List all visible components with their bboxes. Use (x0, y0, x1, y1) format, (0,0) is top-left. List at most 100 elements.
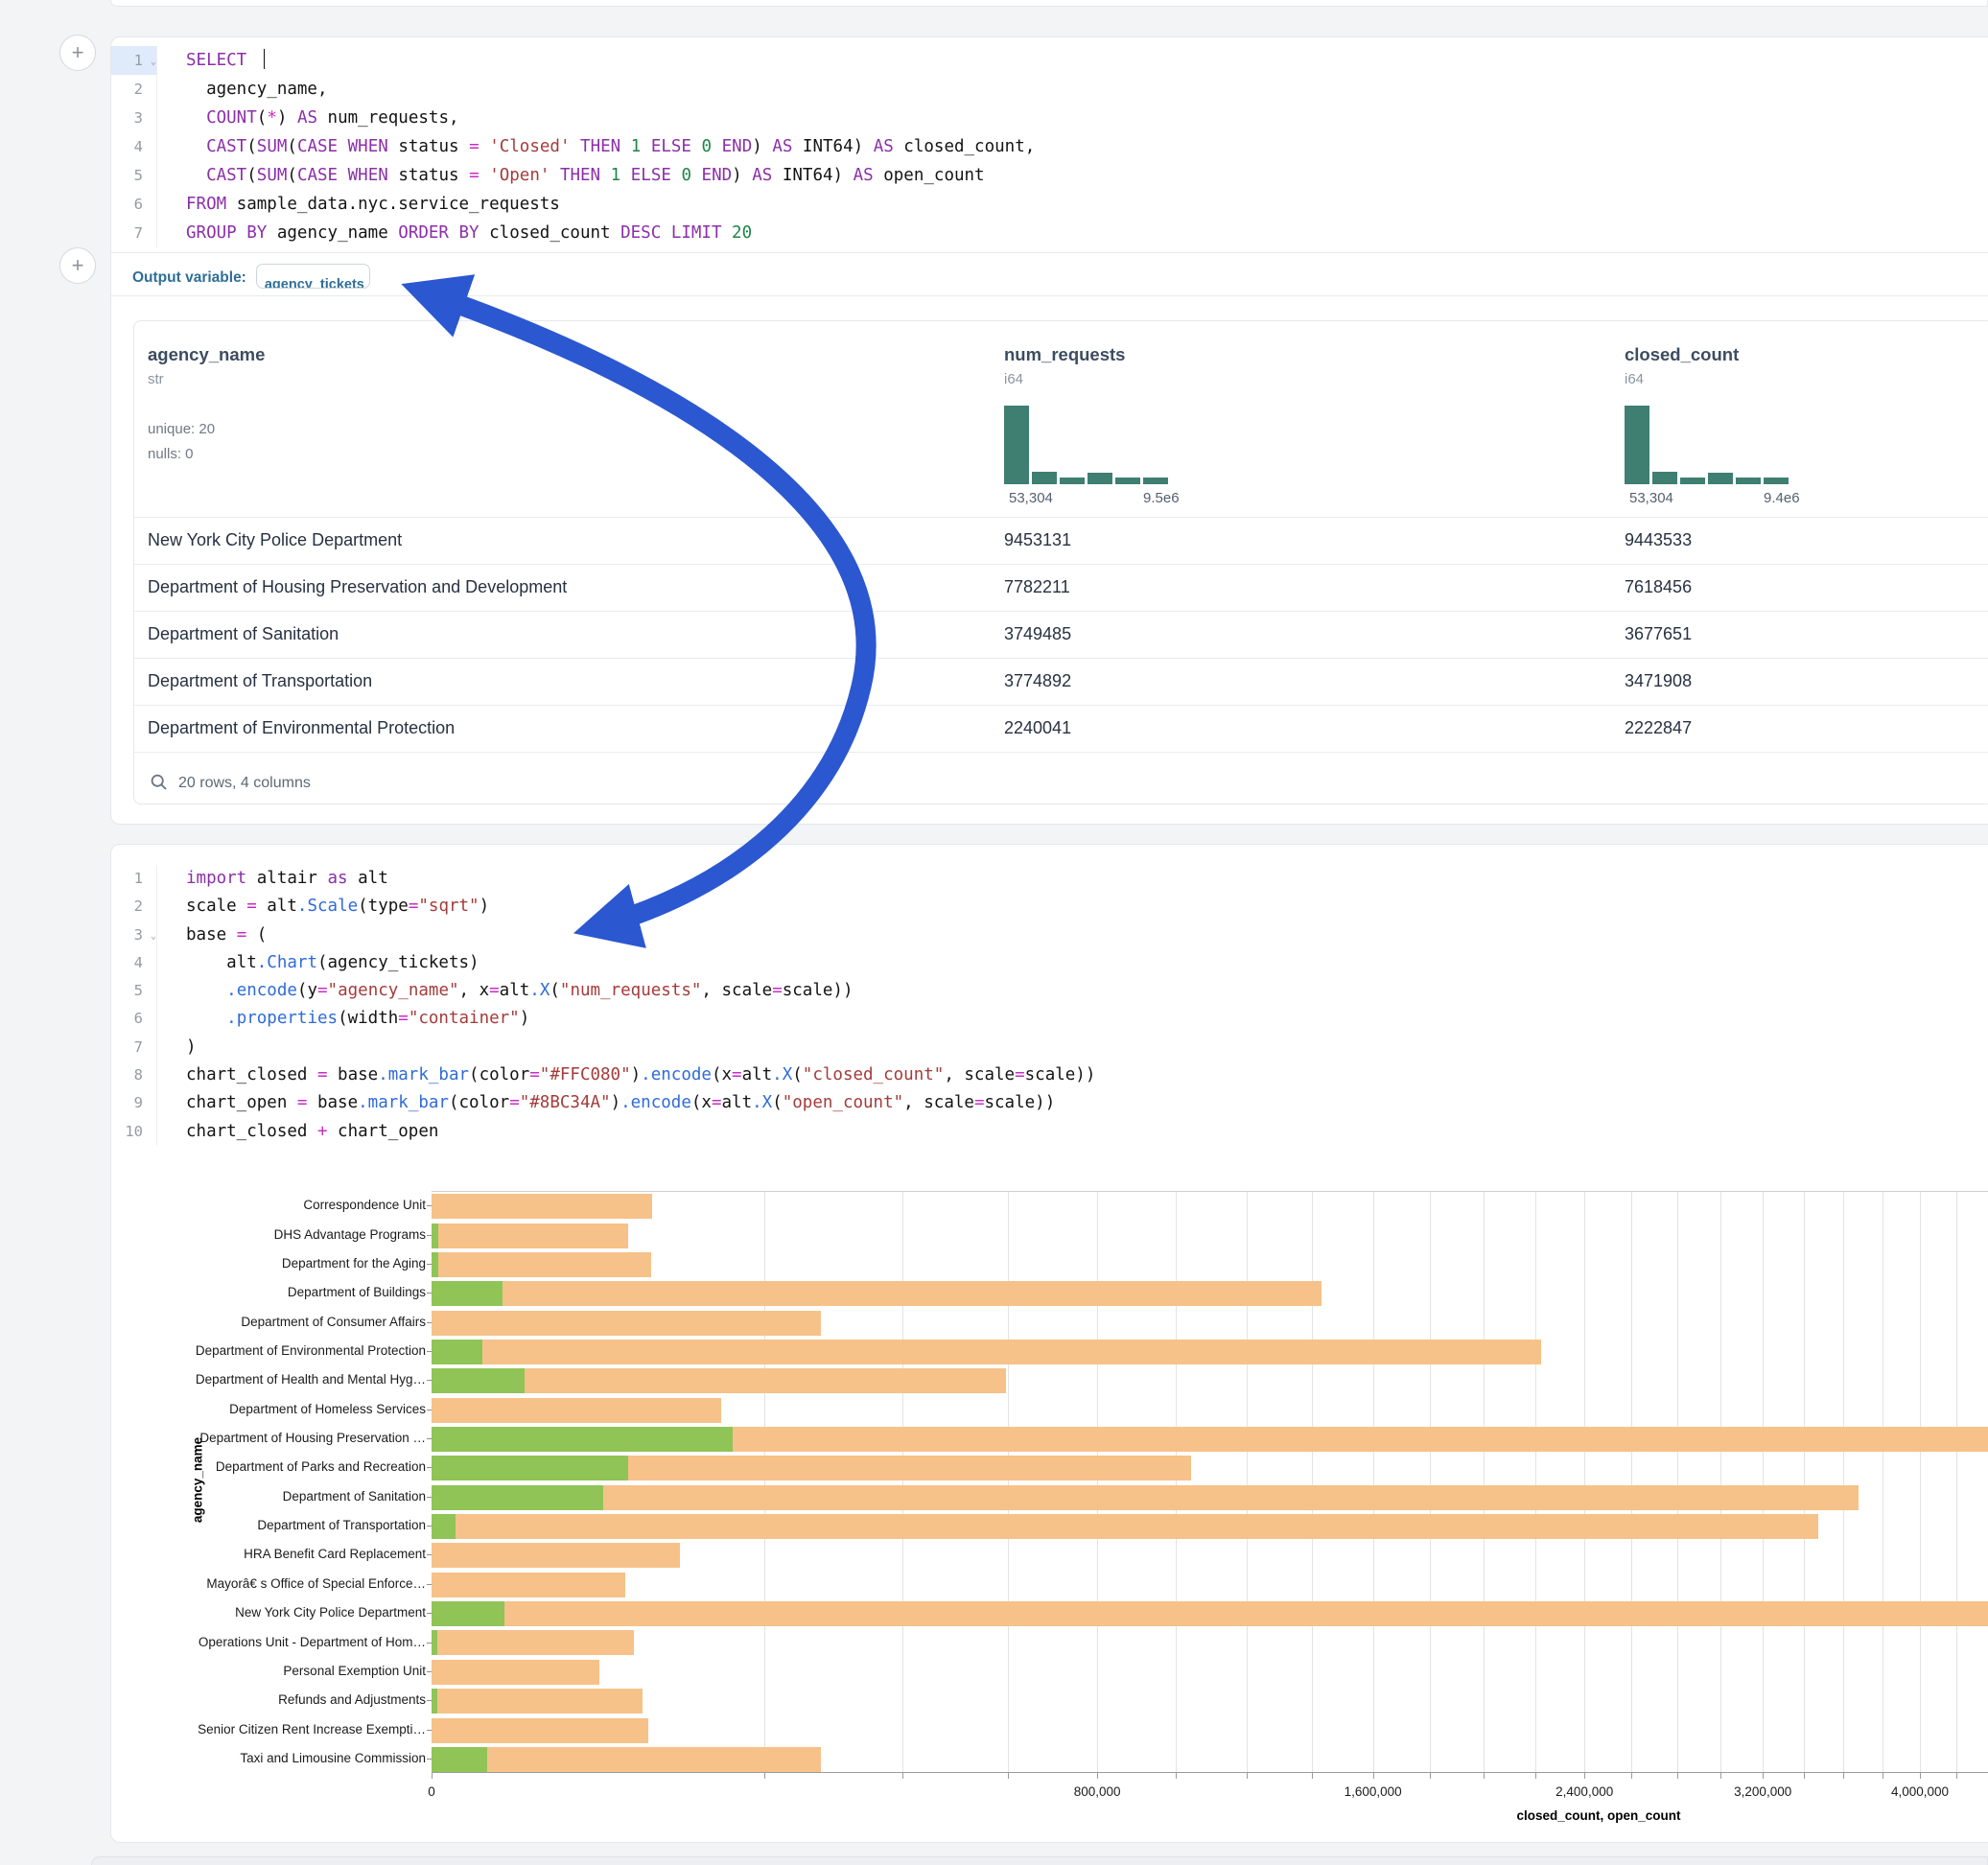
code-line[interactable]: 10chart_closed + chart_open (111, 1118, 1988, 1146)
chart-bar-closed (432, 1630, 634, 1655)
line-number-gutter: 9 (111, 1089, 157, 1117)
y-axis-label: HRA Benefit Card Replacement (111, 1547, 426, 1561)
collapse-chevron-icon[interactable]: ⌄ (143, 48, 156, 77)
y-axis-label: Department of Homeless Services (111, 1402, 426, 1416)
chart-bar-open (432, 1601, 504, 1626)
dataframe-footer: 20 rows, 4 columns (134, 764, 1988, 804)
chart-gridline (1430, 1192, 1431, 1772)
x-axis-tick (1247, 1773, 1248, 1779)
line-number: 4 (114, 949, 143, 977)
chart-gridline (1247, 1192, 1248, 1772)
histogram-min-label: 53,304 (1629, 490, 1673, 506)
chart-gridline (1584, 1192, 1585, 1772)
y-axis-label: Department of Housing Preservation … (111, 1431, 426, 1445)
collapse-chevron-icon[interactable]: ⌄ (143, 922, 156, 950)
code-line[interactable]: 2 agency_name, (111, 75, 1988, 104)
histogram-bar (1736, 478, 1761, 484)
chart-gridline (1535, 1192, 1536, 1772)
code-text: CAST(SUM(CASE WHEN status = 'Open' THEN … (186, 161, 1988, 190)
code-text: GROUP BY agency_name ORDER BY closed_cou… (186, 219, 1988, 247)
histogram-bar (1143, 478, 1168, 484)
y-axis-label: Department of Environmental Protection (111, 1343, 426, 1358)
add-cell-button-middle[interactable]: + (59, 247, 96, 284)
line-number-gutter: 2 (111, 893, 157, 921)
chart-bar-closed (432, 1514, 1818, 1539)
sql-code-editor[interactable]: 1⌄SELECT 2 agency_name,3 COUNT(*) AS num… (111, 46, 1988, 247)
add-cell-button-top[interactable]: + (59, 35, 96, 71)
code-text: ) (186, 1034, 1988, 1061)
code-line[interactable]: 3 COUNT(*) AS num_requests, (111, 104, 1988, 132)
chart-bar-open (432, 1514, 456, 1539)
code-line[interactable]: 5 .encode(y="agency_name", x=alt.X("num_… (111, 977, 1988, 1005)
chart-bar-closed (432, 1601, 1988, 1626)
line-number-gutter: 5 (111, 977, 157, 1005)
line-number: 5 (114, 161, 143, 190)
table-row[interactable]: Department of Transportation377489234719… (134, 658, 1988, 706)
output-variable-pill[interactable]: agency_tickets (256, 264, 370, 289)
histogram-bar (1115, 478, 1140, 484)
x-axis-title: closed_count, open_count (1484, 1808, 1714, 1823)
python-code-editor[interactable]: 1import altair as alt2scale = alt.Scale(… (111, 865, 1988, 1146)
y-axis-label: Department of Sanitation (111, 1489, 426, 1504)
code-line[interactable]: 6FROM sample_data.nyc.service_requests (111, 190, 1988, 219)
code-line[interactable]: 1import altair as alt (111, 865, 1988, 893)
y-axis-label: Personal Exemption Unit (111, 1664, 426, 1678)
x-axis-tick (432, 1773, 433, 1779)
table-row[interactable]: Department of Sanitation37494853677651 (134, 611, 1988, 659)
chart-gridline (1008, 1192, 1009, 1772)
chart-gridline (1312, 1192, 1313, 1772)
histogram-bar (1088, 473, 1112, 484)
chart-bar-closed (432, 1573, 625, 1597)
histogram-max-label: 9.4e6 (1764, 490, 1800, 506)
x-axis-tick (1804, 1773, 1805, 1779)
code-line[interactable]: 6 .properties(width="container") (111, 1005, 1988, 1033)
table-row[interactable]: New York City Police Department945313194… (134, 517, 1988, 565)
x-axis-tick (1843, 1773, 1844, 1779)
table-cell: 9443533 (1625, 530, 1692, 550)
code-line[interactable]: 3⌄base = ( (111, 921, 1988, 949)
table-row[interactable]: Department of Environmental Protection22… (134, 705, 1988, 753)
column-name: num_requests (1004, 344, 1125, 365)
line-number-gutter: 1⌄ (111, 46, 157, 75)
line-number: 3 (114, 921, 143, 949)
code-line[interactable]: 7GROUP BY agency_name ORDER BY closed_co… (111, 219, 1988, 247)
line-number-gutter: 3 (111, 104, 157, 132)
code-line[interactable]: 9 chart_open = base.mark_bar(color="#8BC3… (111, 1089, 1988, 1117)
histogram-bar (1060, 478, 1085, 484)
code-line[interactable]: 2scale = alt.Scale(type="sqrt") (111, 893, 1988, 921)
table-cell: 3749485 (1004, 624, 1071, 644)
table-cell: 7782211 (1004, 577, 1070, 597)
histogram-min-label: 53,304 (1009, 490, 1053, 506)
line-number-gutter: 2 (111, 75, 157, 104)
chart-bar-open (432, 1689, 437, 1713)
x-axis-tick (1956, 1773, 1957, 1779)
line-number-gutter: 10 (111, 1118, 157, 1146)
code-line[interactable]: 7) (111, 1034, 1988, 1061)
code-line[interactable]: 4 alt.Chart(agency_tickets) (111, 949, 1988, 977)
code-text: COUNT(*) AS num_requests, (186, 104, 1988, 132)
column-histogram (1004, 406, 1169, 484)
line-number-gutter: 4 (111, 949, 157, 977)
code-line[interactable]: 5 CAST(SUM(CASE WHEN status = 'Open' THE… (111, 161, 1988, 190)
code-text: import altair as alt (186, 865, 1988, 893)
chart-gridline (1176, 1192, 1177, 1772)
previous-cell-edge (110, 0, 1988, 7)
chart-bar-closed (432, 1281, 1321, 1306)
table-cell: 3774892 (1004, 671, 1071, 691)
table-row-separator (134, 752, 1988, 753)
code-text: chart_open = base.mark_bar(color="#8BC34… (186, 1089, 1988, 1117)
code-line[interactable]: 4 CAST(SUM(CASE WHEN status = 'Closed' T… (111, 132, 1988, 161)
x-axis-label: 4,000,000 (1862, 1784, 1977, 1799)
line-number: 1 (114, 46, 143, 75)
table-row[interactable]: Department of Housing Preservation and D… (134, 564, 1988, 612)
chart-gridline (1373, 1192, 1374, 1772)
code-line[interactable]: 8chart_closed = base.mark_bar(color="#FF… (111, 1061, 1988, 1089)
search-icon[interactable] (150, 773, 169, 792)
code-line[interactable]: 1⌄SELECT (111, 46, 1988, 75)
y-axis-label: Taxi and Limousine Commission (111, 1751, 426, 1765)
x-axis-label: 0 (374, 1784, 489, 1799)
x-axis-tick (1535, 1773, 1536, 1779)
y-axis-label: Department of Buildings (111, 1285, 426, 1299)
code-text: chart_closed = base.mark_bar(color="#FFC… (186, 1061, 1988, 1089)
y-axis-label: Department of Consumer Affairs (111, 1315, 426, 1329)
